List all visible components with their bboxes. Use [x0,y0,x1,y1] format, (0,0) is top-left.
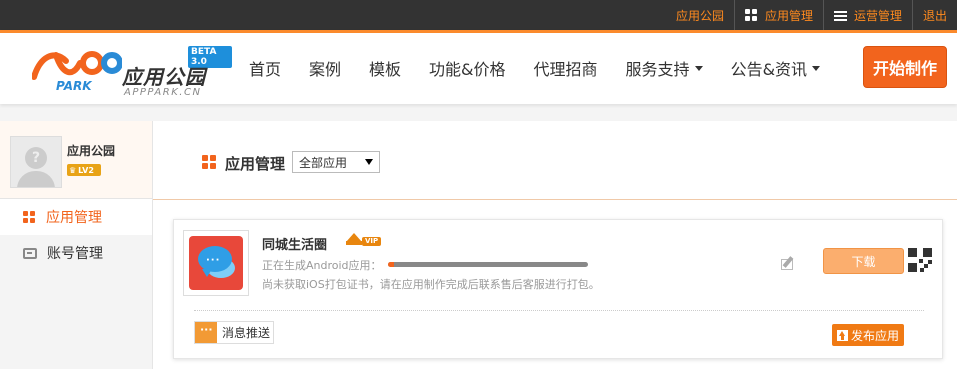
upload-arrow-icon [836,329,848,341]
sidebar-item-label: 应用管理 [46,210,102,226]
sidebar: ? 应用公园 ♛ LV2 应用管理 账号管理 [0,121,152,369]
chevron-down-icon [694,65,703,71]
publish-app-button[interactable]: 发布应用 [832,324,904,346]
vip-text: VIP [362,237,382,246]
vip-badge: VIP [346,233,386,247]
sidebar-item-label: 账号管理 [47,246,103,262]
app-filter-select[interactable]: 全部应用 [292,151,380,173]
nav-label: 案例 [309,60,342,79]
trophy-icon: ♛ [69,165,77,175]
start-building-button[interactable]: 开始制作 [863,46,947,88]
nav-item-templates[interactable]: 模板 [355,56,415,80]
avatar[interactable]: ? [10,136,62,188]
level-badge: ♛ LV2 [67,164,101,176]
nav-label: 模板 [369,60,402,79]
main-content: 应用管理 全部应用 ··· 同城生活圈 VIP 正在生成Android应用： 尚… [152,121,957,369]
nav-item-home[interactable]: 首页 [235,56,295,80]
nav-item-cases[interactable]: 案例 [295,56,355,80]
sidebar-item-app-management[interactable]: 应用管理 [0,199,152,235]
username: 应用公园 [67,144,116,158]
publish-label: 发布应用 [850,328,899,343]
topbar-label: 应用公园 [675,8,724,23]
chevron-down-icon [812,65,821,71]
page-title: 应用管理 [225,155,286,173]
avatar-placeholder-icon: ? [25,147,47,169]
topbar-link-app-management[interactable]: 应用管理 [733,0,823,30]
app-icon[interactable]: ··· [183,230,249,296]
nav-item-news[interactable]: 公告&资讯 [717,56,834,80]
build-status-text: 正在生成Android应用： [262,259,382,272]
user-profile: ? 应用公园 ♛ LV2 [0,121,152,199]
nav-label: 公告&资讯 [730,60,808,79]
logo-domain-text: APPPARK.CN [124,87,202,98]
download-button[interactable]: 下载 [823,248,904,274]
topbar-link-logout[interactable]: 退出 [911,0,957,30]
sidebar-item-account-management[interactable]: 账号管理 [0,235,152,271]
build-progress-fill [388,262,394,267]
logo-mark-icon: PARK [31,51,123,93]
nav-label: 首页 [249,60,282,79]
app-filter-value: 全部应用 [299,155,348,170]
message-push-button[interactable]: 消息推送 [194,321,274,344]
qr-code-icon[interactable] [908,248,932,272]
logo[interactable]: PARK BETA 3.0 应用公园 APPPARK.CN [31,43,232,98]
message-push-label: 消息推送 [222,326,271,340]
chat-bubbles-icon: ··· [189,236,243,290]
topbar-link-app-park[interactable]: 应用公园 [666,0,734,30]
nav-item-agents[interactable]: 代理招商 [520,56,612,80]
main-nav: 首页 案例 模板 功能&价格 代理招商 服务支持 公告&资讯 [235,33,834,103]
ios-certificate-note: 尚未获取iOS打包证书，请在应用制作完成后联系售后客服进行打包。 [262,278,600,291]
app-name: 同城生活圈 [262,238,328,253]
dropdown-arrow-icon [365,159,373,165]
grid-icon [23,210,36,224]
level-text: LV2 [78,165,94,175]
build-progress-bar [388,262,588,267]
topbar-label: 运营管理 [853,8,902,23]
nav-label: 代理招商 [533,60,598,79]
nav-label: 功能&价格 [429,60,506,79]
top-bar: 应用公园 应用管理 运营管理 退出 [0,0,957,30]
app-card: ··· 同城生活圈 VIP 正在生成Android应用： 尚未获取iOS打包证书… [173,219,943,359]
svg-text:PARK: PARK [56,79,93,93]
card-divider [194,310,924,311]
site-header: PARK BETA 3.0 应用公园 APPPARK.CN 首页 案例 模板 功… [0,30,957,104]
list-icon [833,9,847,22]
main-header: 应用管理 全部应用 [153,121,957,200]
account-card-icon [23,247,37,259]
grid-icon [202,155,216,169]
message-icon [195,322,217,343]
nav-label: 服务支持 [625,60,690,79]
topbar-link-operations[interactable]: 运营管理 [822,0,912,30]
grid-icon [744,8,758,22]
nav-item-support[interactable]: 服务支持 [612,56,717,80]
topbar-label: 退出 [922,8,947,23]
logo-brand-text: 应用公园 [122,65,206,89]
topbar-label: 应用管理 [764,8,813,23]
edit-icon[interactable] [781,256,795,270]
nav-item-features-pricing[interactable]: 功能&价格 [415,56,519,80]
